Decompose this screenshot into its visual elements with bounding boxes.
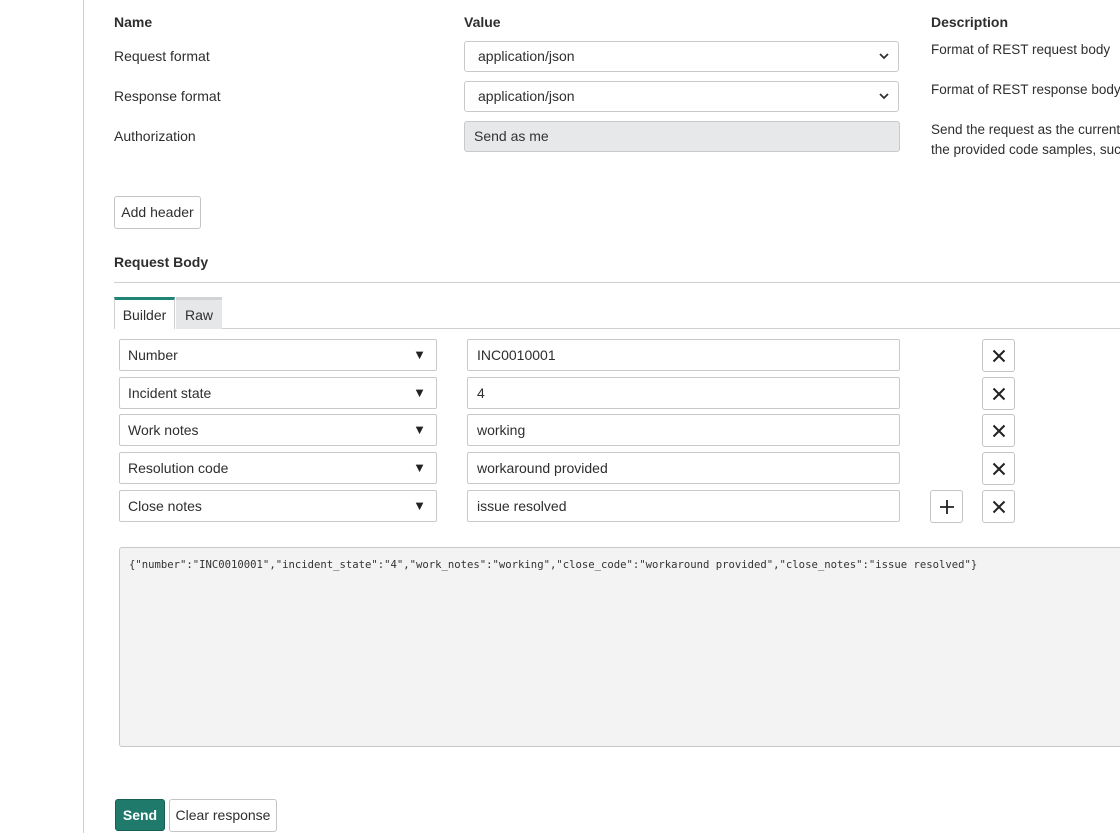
- tab-divider: [222, 328, 1120, 329]
- request-body-preview[interactable]: {"number":"INC0010001","incident_state":…: [119, 547, 1120, 747]
- section-divider: [114, 282, 1120, 283]
- tab-builder[interactable]: Builder: [114, 297, 175, 329]
- field-select-resolution-code[interactable]: Resolution code ▼: [119, 452, 437, 484]
- authorization-description: Send the request as the current u the pr…: [931, 120, 1120, 160]
- add-row-button[interactable]: [930, 490, 963, 523]
- remove-row-button[interactable]: [982, 414, 1015, 447]
- triangle-down-icon: ▼: [413, 385, 426, 400]
- field-select-label: Close notes: [128, 498, 202, 514]
- response-format-label: Response format: [114, 88, 221, 104]
- close-icon: [992, 387, 1005, 400]
- remove-row-button[interactable]: [982, 490, 1015, 523]
- authorization-description-line2: the provided code samples, such: [931, 142, 1120, 157]
- triangle-down-icon: ▼: [413, 498, 426, 513]
- send-button[interactable]: Send: [115, 799, 165, 831]
- authorization-field: Send as me: [464, 121, 900, 152]
- chevron-down-icon: [878, 42, 890, 81]
- response-format-value: application/json: [478, 88, 575, 104]
- response-format-select[interactable]: application/json: [464, 81, 899, 112]
- response-format-description: Format of REST response body: [931, 82, 1120, 97]
- field-value-input[interactable]: working: [467, 414, 900, 446]
- triangle-down-icon: ▼: [413, 422, 426, 437]
- field-select-work-notes[interactable]: Work notes ▼: [119, 414, 437, 446]
- request-body-title: Request Body: [114, 254, 209, 270]
- tab-raw[interactable]: Raw: [176, 297, 222, 329]
- column-header-name: Name: [114, 14, 153, 30]
- close-icon: [992, 424, 1005, 437]
- request-format-label: Request format: [114, 48, 210, 64]
- close-icon: [992, 349, 1005, 362]
- remove-row-button[interactable]: [982, 339, 1015, 372]
- field-select-number[interactable]: Number ▼: [119, 339, 437, 371]
- authorization-label: Authorization: [114, 128, 196, 144]
- clear-response-button[interactable]: Clear response: [169, 799, 277, 832]
- chevron-down-icon: [878, 82, 890, 121]
- field-select-label: Resolution code: [128, 460, 229, 476]
- remove-row-button[interactable]: [982, 377, 1015, 410]
- triangle-down-icon: ▼: [413, 347, 426, 362]
- field-select-label: Number: [128, 347, 178, 363]
- column-header-description: Description: [931, 14, 1009, 30]
- column-header-value: Value: [464, 14, 501, 30]
- field-select-label: Work notes: [128, 422, 199, 438]
- field-value-input[interactable]: 4: [467, 377, 900, 409]
- triangle-down-icon: ▼: [413, 460, 426, 475]
- request-format-value: application/json: [478, 48, 575, 64]
- left-divider: [83, 0, 84, 833]
- remove-row-button[interactable]: [982, 452, 1015, 485]
- field-select-close-notes[interactable]: Close notes ▼: [119, 490, 437, 522]
- field-value-input[interactable]: issue resolved: [467, 490, 900, 522]
- add-header-button[interactable]: Add header: [114, 196, 201, 229]
- authorization-description-line1: Send the request as the current u: [931, 122, 1120, 137]
- field-select-label: Incident state: [128, 385, 212, 401]
- request-format-description: Format of REST request body: [931, 42, 1111, 57]
- field-value-input[interactable]: INC0010001: [467, 339, 900, 371]
- field-value-input[interactable]: workaround provided: [467, 452, 900, 484]
- plus-icon: [939, 499, 954, 514]
- request-format-select[interactable]: application/json: [464, 41, 899, 72]
- close-icon: [992, 462, 1005, 475]
- field-select-incident-state[interactable]: Incident state ▼: [119, 377, 437, 409]
- close-icon: [992, 500, 1005, 513]
